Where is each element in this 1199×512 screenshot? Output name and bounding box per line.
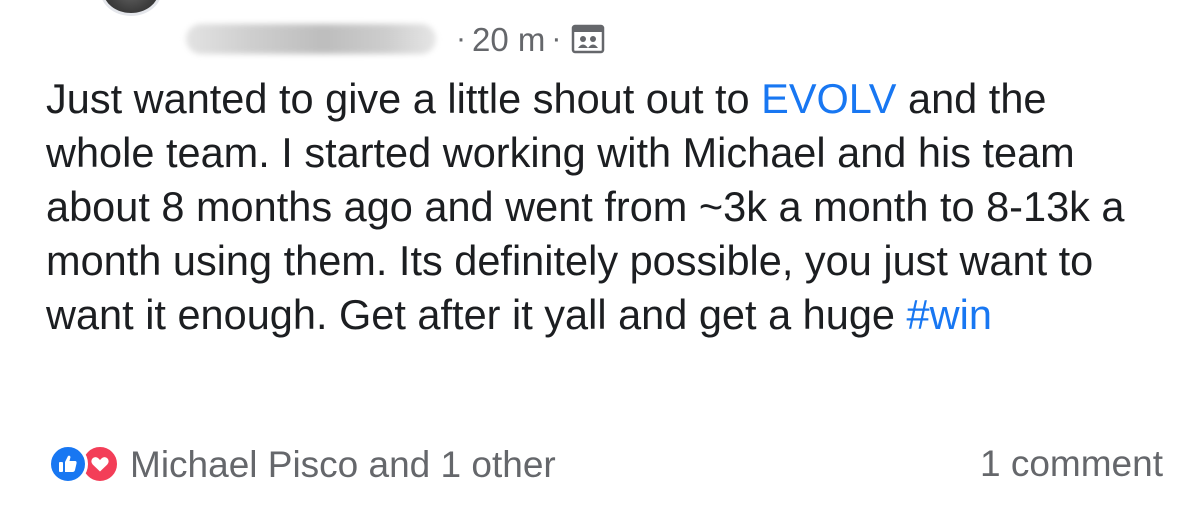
post-timestamp[interactable]: 20 m [472,23,545,56]
win-hashtag-link[interactable]: #win [907,291,992,338]
reactions-label[interactable]: Michael Pisco and 1 other [130,446,556,483]
post-meta: · 20 m · [186,14,605,64]
author-avatar[interactable] [100,0,162,16]
reactions-summary[interactable]: Michael Pisco and 1 other [48,440,556,488]
comments-count[interactable]: 1 comment [980,440,1163,488]
evolv-mention-link[interactable]: EVOLV [761,75,896,122]
meta-separator: · [456,22,466,55]
post-body: Just wanted to give a little shout out t… [46,72,1166,342]
post-text-part: Just wanted to give a little shout out t… [46,75,762,122]
like-icon [48,444,88,484]
meta-separator: · [551,22,562,55]
group-audience-icon[interactable] [571,24,605,54]
author-name-redacted[interactable] [186,24,436,54]
